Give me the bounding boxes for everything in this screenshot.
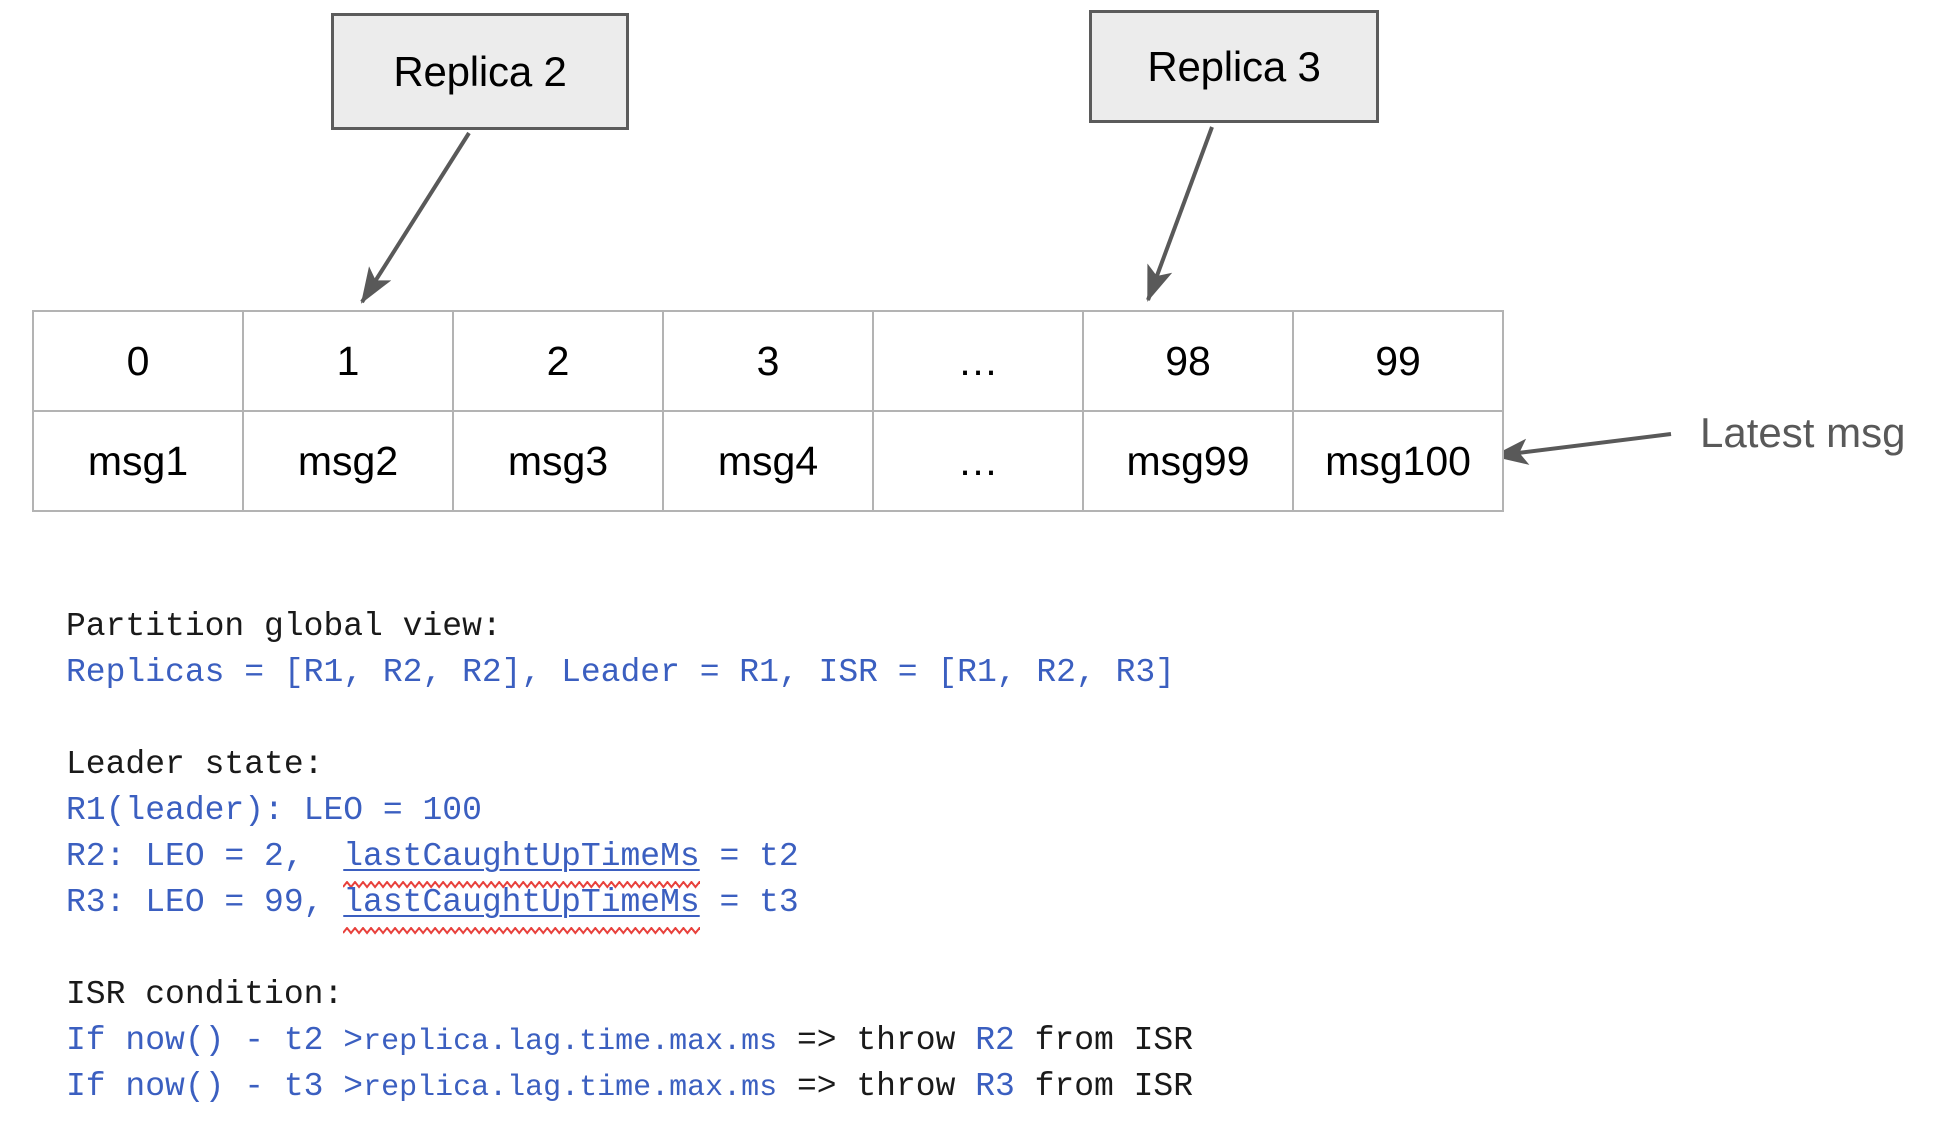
code-token: replica.lag.time.max.ms xyxy=(363,1025,778,1059)
code-token: If now() - t3 > xyxy=(66,1068,364,1105)
offset-cell-ellipsis[interactable]: … xyxy=(872,310,1084,412)
offset-cell-99[interactable]: 99 xyxy=(1292,310,1504,412)
offset-cell-98[interactable]: 98 xyxy=(1082,310,1294,412)
code-token: Replicas = [R1, R2, R2], Leader = R1, IS… xyxy=(66,654,1175,691)
spellcheck-token: lastCaughtUpTimeMs xyxy=(343,834,700,889)
code-token: => throw xyxy=(777,1022,976,1059)
code-token: from ISR xyxy=(1014,1022,1194,1059)
spellcheck-token: lastCaughtUpTimeMs xyxy=(343,880,700,935)
callout-box-replica-2-label: Replica 2 xyxy=(393,47,567,95)
table-row-messages: msg1 msg2 msg3 msg4 … msg99 msg100 xyxy=(32,410,1504,512)
code-token: R3: LEO = 99, xyxy=(66,884,344,921)
message-cell-100[interactable]: msg100 xyxy=(1292,410,1504,512)
code-token: ISR condition: xyxy=(66,976,344,1013)
code-token: R2: LEO = 2, xyxy=(66,838,344,875)
code-token: replica.lag.time.max.ms xyxy=(363,1071,778,1105)
message-cell-0[interactable]: msg1 xyxy=(32,410,244,512)
message-cell-2[interactable]: msg3 xyxy=(452,410,664,512)
code-line-blank-1 xyxy=(66,696,1193,742)
latest-msg-label: Latest msg xyxy=(1700,409,1906,456)
code-line-blank-2 xyxy=(66,926,1193,972)
code-token: Partition global view: xyxy=(66,608,502,645)
message-cell-ellipsis[interactable]: … xyxy=(872,410,1084,512)
code-token: R3 xyxy=(975,1068,1015,1105)
offset-cell-0[interactable]: 0 xyxy=(32,310,244,412)
code-line-isr-condition-r2: If now() - t2 >replica.lag.time.max.ms =… xyxy=(66,1018,1193,1064)
code-token: Leader state: xyxy=(66,746,324,783)
code-token: If now() - t2 > xyxy=(66,1022,364,1059)
code-line-r1-leader-leo: R1(leader): LEO = 100 xyxy=(66,788,1193,834)
code-line-r2-leo: R2: LEO = 2, lastCaughtUpTimeMs = t2 xyxy=(66,834,1193,889)
code-line-r3-leo: R3: LEO = 99, lastCaughtUpTimeMs = t3 xyxy=(66,880,1193,935)
code-line-isr-condition-heading: ISR condition: xyxy=(66,972,1193,1018)
arrow-replica-3-to-offset-98 xyxy=(1146,126,1214,302)
code-token: from ISR xyxy=(1014,1068,1194,1105)
partition-log-table: 0 1 2 3 … 98 99 msg1 msg2 msg3 msg4 … ms… xyxy=(32,310,1504,512)
code-token: lastCaughtUpTimeMs xyxy=(343,838,700,875)
callout-box-replica-3[interactable]: Replica 3 xyxy=(1089,10,1379,123)
code-block: Partition global view: Replicas = [R1, R2… xyxy=(66,604,1193,1110)
code-token: = t2 xyxy=(699,838,799,875)
code-line-leader-state-heading: Leader state: xyxy=(66,742,1193,788)
code-token: = t3 xyxy=(699,884,799,921)
message-cell-3[interactable]: msg4 xyxy=(662,410,874,512)
callout-box-replica-3-label: Replica 3 xyxy=(1147,42,1321,90)
code-token: R2 xyxy=(975,1022,1015,1059)
code-token: lastCaughtUpTimeMs xyxy=(343,884,700,921)
code-token: R1(leader): LEO = 100 xyxy=(66,792,482,829)
offset-cell-1[interactable]: 1 xyxy=(242,310,454,412)
callout-box-replica-2[interactable]: Replica 2 xyxy=(331,13,629,130)
message-cell-99[interactable]: msg99 xyxy=(1082,410,1294,512)
code-line-partition-global-view-heading: Partition global view: xyxy=(66,604,1193,650)
offset-cell-2[interactable]: 2 xyxy=(452,310,664,412)
code-token: => throw xyxy=(777,1068,976,1105)
diagram-canvas: Replica 2 Replica 3 0 1 2 3 … 98 99 msg1… xyxy=(0,0,1956,1146)
code-line-isr-condition-r3: If now() - t3 >replica.lag.time.max.ms =… xyxy=(66,1064,1193,1110)
arrow-replica-2-to-offset-1 xyxy=(360,131,471,304)
code-line-replicas-line: Replicas = [R1, R2, R2], Leader = R1, IS… xyxy=(66,650,1193,696)
arrow-latest-msg-to-msg100 xyxy=(1492,432,1672,465)
message-cell-1[interactable]: msg2 xyxy=(242,410,454,512)
table-row-offsets: 0 1 2 3 … 98 99 xyxy=(32,310,1504,412)
offset-cell-3[interactable]: 3 xyxy=(662,310,874,412)
